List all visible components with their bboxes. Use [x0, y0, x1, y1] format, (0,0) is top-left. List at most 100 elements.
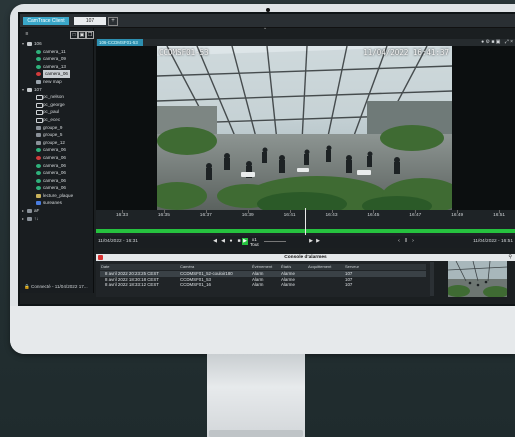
- columns-icon[interactable]: ‖: [403, 238, 409, 245]
- column-server[interactable]: Serveur: [345, 264, 359, 270]
- tree-item-label: sureanes: [43, 200, 62, 206]
- playback-speed[interactable]: x1 Tout: [250, 237, 259, 247]
- alarm-console-header: Console d'alarmes ⚲: [96, 254, 515, 261]
- tree-item[interactable]: camera_06: [22, 169, 92, 177]
- rewind-icon[interactable]: ◀: [212, 238, 218, 245]
- tree-item[interactable]: camera_06: [22, 184, 92, 192]
- camera-controls-icons[interactable]: ● ⚙ ■ ▣: [481, 39, 500, 45]
- alarm-scrollbar[interactable]: [430, 262, 434, 296]
- tree-item-label: pc_george: [43, 101, 65, 107]
- tree-item-label: camera_09: [43, 56, 66, 62]
- monitor-icon: [36, 102, 43, 108]
- timeline[interactable]: 16:33 16:35 16:37 16:39 16:41 16:43 16:45 16:47…: [96, 208, 515, 236]
- column-event[interactable]: Événement: [252, 264, 272, 270]
- tree-item[interactable]: lecture_plaque: [22, 192, 92, 200]
- camera-icon: [36, 186, 41, 191]
- tab-bar: CamTrace Client 107 +: [20, 14, 515, 28]
- tree-item[interactable]: camera_06: [22, 162, 92, 170]
- search-icon[interactable]: ⚲: [508, 254, 512, 261]
- tree-item[interactable]: camera_09: [22, 55, 92, 63]
- plate-icon: [36, 193, 41, 198]
- tree-item[interactable]: pc_ecec: [22, 116, 92, 124]
- tree-item[interactable]: pc_nelson: [22, 93, 92, 101]
- viewer-titlebar: 106-CCDMSF01-53 ● ⚙ ■ ▣ ⤢ ×: [96, 39, 515, 46]
- sidebar-toolbar: ≡ □ ▣ ❐: [24, 31, 94, 39]
- flag-icon: [36, 201, 41, 206]
- tree-item[interactable]: camera_06: [22, 177, 92, 185]
- tree-item[interactable]: groupe_9: [22, 124, 92, 132]
- camera-icon: [36, 49, 41, 54]
- speed-slider[interactable]: [264, 241, 286, 242]
- group-icon: [36, 133, 41, 138]
- tree-item[interactable]: new map: [22, 78, 92, 86]
- tree-item-label: pc_paul: [43, 109, 60, 115]
- monitor-icon: [36, 95, 43, 101]
- tree-item[interactable]: ▾ 107: [22, 86, 92, 94]
- tree-item[interactable]: ▾ 106: [22, 40, 92, 48]
- step-forward-icon[interactable]: ▶: [308, 238, 314, 245]
- column-date[interactable]: Date: [101, 264, 109, 270]
- alarm-cell-date: 8 avril 2022 18:33:12 CEST: [105, 282, 159, 288]
- alarm-table: Date Caméra Événement État/s Acquittemen…: [96, 261, 430, 297]
- connection-status: 🔒 Connecté - 11/04/2022 17...: [24, 284, 88, 289]
- camera-tab[interactable]: 106-CCDMSF01-53: [97, 39, 143, 46]
- tree-item[interactable]: camera_06: [22, 146, 92, 154]
- tree-item-label: camera_06: [43, 177, 66, 183]
- lock-icon: 🔒: [24, 284, 30, 289]
- prev-icon[interactable]: ‹: [396, 238, 402, 245]
- tree-item[interactable]: pc_george: [22, 101, 92, 109]
- group-icon: [36, 140, 41, 145]
- timeline-tick-label: 16:45: [367, 213, 380, 218]
- step-back-icon[interactable]: ◀: [220, 238, 226, 245]
- group-icon: [27, 216, 32, 221]
- column-ack[interactable]: Acquittement: [308, 264, 331, 270]
- column-state[interactable]: État/s: [281, 264, 291, 270]
- tree-item-label: pc_ecec: [43, 116, 61, 122]
- column-camera[interactable]: Caméra: [180, 264, 194, 270]
- camera-video-frame[interactable]: CCDMSF01-53 11/04/2022 16:41:37: [157, 46, 452, 210]
- menu-icon[interactable]: ≡: [24, 31, 30, 37]
- tree-item[interactable]: pc_paul: [22, 108, 92, 116]
- window-icon[interactable]: ❐: [86, 31, 94, 39]
- camera-red-icon: [36, 155, 41, 160]
- alarm-thumbnail[interactable]: [448, 261, 507, 297]
- alarm-cell-state: Alarme: [281, 282, 295, 288]
- layout-icon[interactable]: □: [70, 31, 78, 39]
- tree-item[interactable]: camera_06: [22, 154, 92, 162]
- workspace-tab[interactable]: 107: [74, 17, 106, 25]
- timeline-cursor[interactable]: [305, 208, 306, 235]
- tree-item[interactable]: camera_06: [22, 70, 92, 78]
- app-title-tab[interactable]: CamTrace Client: [23, 17, 69, 25]
- tree-item[interactable]: camera_11: [22, 48, 92, 56]
- monitor-stand-foot: [209, 430, 303, 437]
- fast-forward-icon[interactable]: ▶: [315, 238, 321, 245]
- maximize-close-icons[interactable]: ⤢ ×: [505, 39, 513, 45]
- chevron-down-icon[interactable]: ⌄: [263, 25, 267, 31]
- alarm-console-title: Console d'alarmes: [284, 255, 327, 260]
- tree-item-label: camera_06: [43, 170, 66, 176]
- tree-item[interactable]: groupe_5: [22, 131, 92, 139]
- tree-item-label: groupe_5: [43, 132, 63, 138]
- tree-item[interactable]: camera_13: [22, 63, 92, 71]
- alarm-row[interactable]: 8 avril 2022 18:33:12 CEST CCDMSF01_16 Ala…: [100, 282, 426, 288]
- tree-item[interactable]: ▸ aF: [22, 207, 92, 215]
- viewer-window-icons[interactable]: ● ⚙ ■ ▣ ⤢ ×: [481, 39, 513, 46]
- tree-item[interactable]: ▸ ↑↓: [22, 215, 92, 223]
- thumbnail-image: [448, 261, 507, 297]
- camera-icon: [36, 148, 41, 153]
- grid-icon[interactable]: ▣: [78, 31, 86, 39]
- tree-item[interactable]: sureanes: [22, 199, 92, 207]
- timeline-tick-label: 16:51: [493, 213, 506, 218]
- tree-item-label: pc_nelson: [43, 94, 64, 100]
- add-tab-button[interactable]: +: [108, 17, 118, 26]
- timeline-tick-label: 16:49: [451, 213, 464, 218]
- play-icon[interactable]: ▶: [242, 238, 248, 245]
- timeline-tick-label: 16:35: [157, 213, 170, 218]
- camera-icon: [36, 64, 41, 69]
- timeline-end: 11/04/2022 - 16:51: [473, 239, 513, 244]
- pause-icon[interactable]: ●: [228, 238, 234, 245]
- tree-item[interactable]: groupe_12: [22, 139, 92, 147]
- app-screen: CamTrace Client 107 + ⌄ ≡ □ ▣ ❐ ▾ 106 came…: [20, 14, 515, 304]
- next-icon[interactable]: ›: [410, 238, 416, 245]
- osd-datetime: 11/04/2022 16:41:37: [363, 48, 449, 57]
